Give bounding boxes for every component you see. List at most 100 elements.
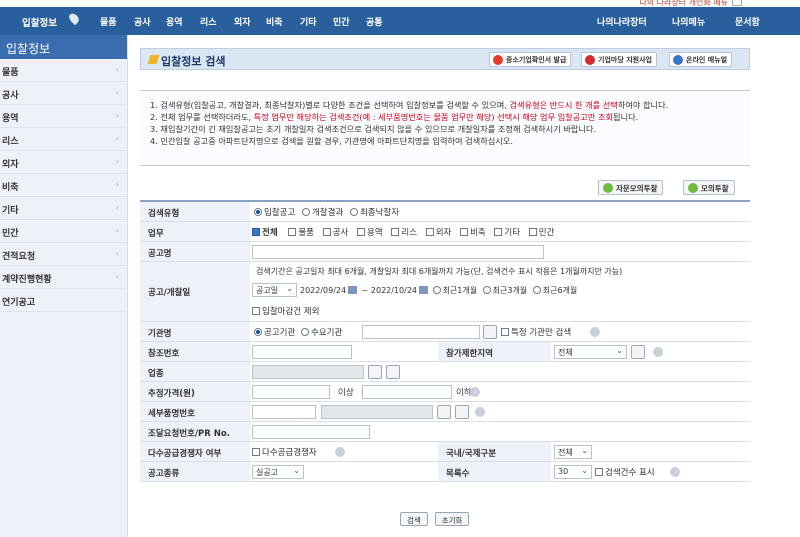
nav-common[interactable]: 공통 — [366, 15, 383, 28]
search-icon[interactable] — [368, 365, 382, 379]
help-icon[interactable] — [590, 327, 600, 337]
nav-bid-info[interactable]: 입찰정보 — [22, 15, 57, 29]
sidebar-item-lease[interactable]: 리스 › — [0, 128, 127, 151]
sidebar-item-stockpile[interactable]: 비축 › — [0, 174, 127, 197]
checkbox-lease[interactable] — [391, 228, 400, 236]
label-notice-name: 공고명 — [140, 242, 250, 261]
price-min-input[interactable] — [252, 385, 330, 399]
notice-box: 1. 검색유형(입찰공고, 개찰결과, 최종낙찰자)별로 다양한 조건을 선택하… — [140, 90, 750, 166]
radio-recent-1m[interactable] — [432, 286, 441, 294]
notice-name-input[interactable] — [252, 245, 544, 259]
radio-final-winner[interactable] — [349, 208, 358, 216]
label-agency: 기관명 — [140, 322, 250, 341]
procurement-input[interactable] — [252, 425, 370, 439]
chevron-down-icon: ⌄ — [286, 284, 293, 293]
industry-input[interactable] — [252, 365, 364, 379]
search-icon[interactable] — [631, 345, 645, 359]
bizinfo-button[interactable]: 기업마당 지원사업 — [581, 52, 657, 67]
mock-bid-button[interactable]: 모의투찰 — [683, 180, 735, 195]
checkbox-construction[interactable] — [322, 228, 331, 236]
help-icon[interactable] — [335, 447, 345, 457]
region-select[interactable]: 전체 ⌄ — [554, 345, 627, 359]
nav-documents[interactable]: 문서함 — [735, 15, 760, 28]
date-type-select[interactable]: 공고일 ⌄ — [252, 283, 297, 297]
search-form: 검색유형 입찰공고 개찰결과 최종낙찰자 업무 전체 물품 공사 용역 리스 외… — [140, 200, 750, 482]
intl-select[interactable]: 전체 ⌄ — [554, 445, 592, 459]
row-period: 공고/개찰일 검색기간은 공고일자 최대 6개월, 개찰일자 최대 6개월까지 … — [140, 262, 750, 322]
calendar-icon[interactable] — [419, 286, 429, 294]
nav-stockpile[interactable]: 비축 — [266, 15, 283, 28]
checkbox-etc[interactable] — [494, 228, 503, 236]
agency-input[interactable] — [362, 325, 480, 339]
nav-private[interactable]: 민간 — [333, 15, 350, 28]
sme-certificate-button[interactable]: 중소기업확인서 발급 — [489, 52, 572, 67]
checkbox-foreign[interactable] — [425, 228, 434, 236]
radio-bid-notice[interactable] — [254, 208, 262, 216]
checkbox-stockpile[interactable] — [460, 228, 469, 236]
radio-demand-agency[interactable] — [300, 328, 309, 336]
nav-my-menu[interactable]: 나의메뉴 — [672, 15, 705, 28]
date-from[interactable]: 2022/09/24 — [300, 286, 346, 295]
drop-icon — [603, 183, 613, 193]
row-search-type: 검색유형 입찰공고 개찰결과 최종낙찰자 — [140, 202, 750, 222]
online-manual-button[interactable]: 온라인 매뉴얼 — [669, 52, 733, 67]
sidebar-item-postponed[interactable]: 연기공고 — [0, 289, 127, 312]
notice-line-2: 2. 전체 업무를 선택하더라도, 특정 업무만 해당하는 검색조건(예 : 세… — [150, 112, 639, 122]
notice-kind-select[interactable]: 실공고 ⌄ — [252, 465, 304, 479]
checkbox-multi-supplier[interactable] — [252, 448, 260, 456]
nav-my-koneps[interactable]: 나의나라장터 — [597, 15, 647, 28]
price-max-input[interactable] — [362, 385, 452, 399]
chevron-right-icon: › — [115, 180, 119, 189]
radio-recent-6m[interactable] — [532, 286, 541, 294]
sidebar-item-etc[interactable]: 기타 › — [0, 197, 127, 220]
calendar-icon[interactable] — [348, 286, 358, 294]
list-count-select[interactable]: 30 ⌄ — [554, 465, 592, 479]
radio-recent-3m[interactable] — [482, 286, 491, 294]
sidebar-item-private[interactable]: 민간 › — [0, 220, 127, 243]
ref-no-input[interactable] — [252, 345, 352, 359]
nav-goods[interactable]: 물품 — [100, 15, 117, 28]
help-icon[interactable] — [470, 387, 480, 397]
reset-button[interactable]: 초기화 — [434, 512, 470, 526]
radio-open-result[interactable] — [301, 208, 310, 216]
checkbox-all[interactable] — [252, 228, 260, 236]
clear-icon[interactable] — [455, 405, 469, 419]
row-agency: 기관명 공고기관 수요기관 특정 기관만 검색 — [140, 322, 750, 342]
sidebar-item-foreign[interactable]: 외자 › — [0, 151, 127, 174]
label-intl: 국내/국제구분 — [438, 442, 551, 461]
label-business: 업무 — [140, 222, 250, 241]
sidebar-item-contract-status[interactable]: 계약진행현황 › — [0, 266, 127, 289]
checkbox-show-count[interactable] — [595, 468, 603, 476]
nav-construction[interactable]: 공사 — [134, 15, 151, 28]
radio-notice-agency[interactable] — [254, 328, 262, 336]
label-region: 참가제한지역 — [438, 342, 551, 361]
checkbox-specific-agency[interactable] — [501, 328, 509, 336]
sidebar-item-construction[interactable]: 공사 › — [0, 82, 127, 105]
search-icon[interactable] — [483, 325, 497, 339]
nav-etc[interactable]: 기타 — [300, 15, 317, 28]
nav-foreign[interactable]: 외자 — [234, 15, 251, 28]
sidebar-item-goods[interactable]: 물품 › — [0, 59, 127, 82]
top-checkbox[interactable] — [732, 0, 742, 6]
checkbox-private[interactable] — [528, 228, 537, 236]
detail-item-name-input[interactable] — [321, 405, 433, 419]
advisory-mock-bid-button[interactable]: 자문모의투찰 — [598, 180, 664, 195]
search-button[interactable]: 검색 — [400, 512, 428, 526]
notice-line-3: 3. 재입찰기간이 긴 재입찰공고는 초기 개찰일자 검색조건으로 검색되지 않… — [150, 124, 597, 134]
search-icon[interactable] — [437, 405, 451, 419]
nav-service[interactable]: 용역 — [166, 15, 183, 28]
date-to[interactable]: 2022/10/24 — [371, 286, 417, 295]
nav-lease[interactable]: 리스 — [200, 15, 217, 28]
row-ref-no: 참조번호 참가제한지역 전체 ⌄ — [140, 342, 750, 362]
help-icon[interactable] — [670, 467, 680, 477]
sidebar-item-service[interactable]: 용역 › — [0, 105, 127, 128]
checkbox-service[interactable] — [357, 228, 366, 236]
help-icon[interactable] — [475, 407, 485, 417]
clear-icon[interactable] — [386, 365, 400, 379]
help-icon[interactable] — [653, 347, 663, 357]
sidebar-item-quote-request[interactable]: 견적요청 › — [0, 243, 127, 266]
detail-item-input[interactable] — [252, 405, 316, 419]
checkbox-goods[interactable] — [288, 228, 297, 236]
sidebar-header: 입찰정보 — [0, 35, 127, 59]
checkbox-exclude-closed[interactable] — [252, 307, 260, 315]
